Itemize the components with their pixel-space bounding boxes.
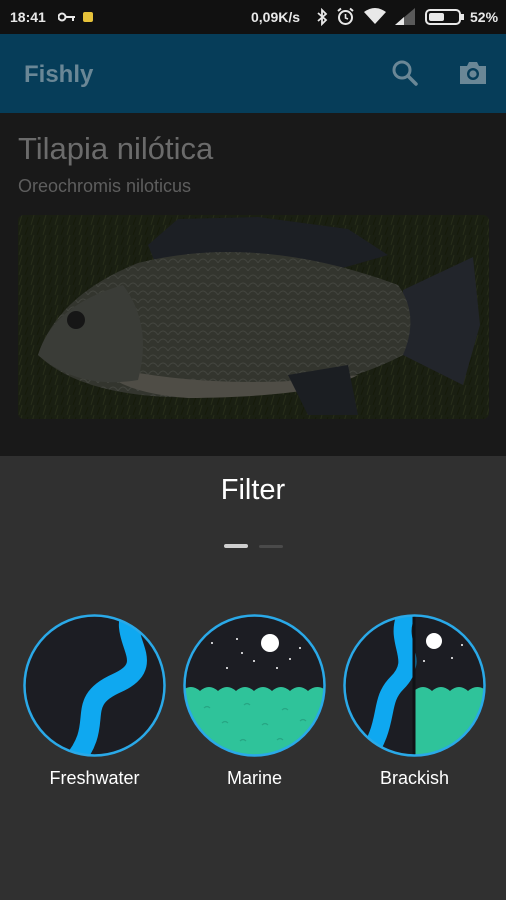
battery-icon <box>425 9 465 28</box>
species-common-name: Tilapia nilótica <box>18 131 214 166</box>
clock: 18:41 <box>10 9 46 25</box>
signal-icon <box>395 8 415 28</box>
filter-option-brackish[interactable]: Brackish <box>342 613 487 789</box>
species-card[interactable]: Tilapia nilótica Oreochromis niloticus <box>0 113 506 456</box>
filter-option-freshwater[interactable]: Freshwater <box>22 613 167 789</box>
filter-sheet: Filter Freshwater Marine Brackish <box>0 456 506 900</box>
sea-night-icon <box>183 614 326 757</box>
app-bar: Fishly <box>0 34 506 113</box>
bluetooth-icon <box>316 7 328 29</box>
alarm-icon <box>336 7 355 29</box>
app-title: Fishly <box>24 61 94 88</box>
key-icon <box>57 10 76 26</box>
status-bar: 18:41 0,09K/s 52% <box>0 0 506 34</box>
river-icon <box>23 614 166 757</box>
filter-option-marine[interactable]: Marine <box>182 613 327 789</box>
brackish-label: Brackish <box>379 768 450 788</box>
wifi-icon <box>364 8 386 28</box>
search-icon[interactable] <box>388 56 422 90</box>
freshwater-label: Freshwater <box>49 768 140 788</box>
notification-icon <box>82 10 94 26</box>
fish-photo[interactable] <box>18 215 489 419</box>
network-speed: 0,09K/s <box>251 9 301 25</box>
camera-icon[interactable] <box>456 56 490 90</box>
species-scientific-name: Oreochromis niloticus <box>18 176 192 196</box>
page-indicator-active <box>224 544 248 548</box>
marine-label: Marine <box>226 768 283 788</box>
page-indicator-inactive <box>259 545 283 548</box>
battery-percent: 52% <box>470 9 499 25</box>
filter-title: Filter <box>220 474 286 506</box>
brackish-icon <box>343 614 486 757</box>
